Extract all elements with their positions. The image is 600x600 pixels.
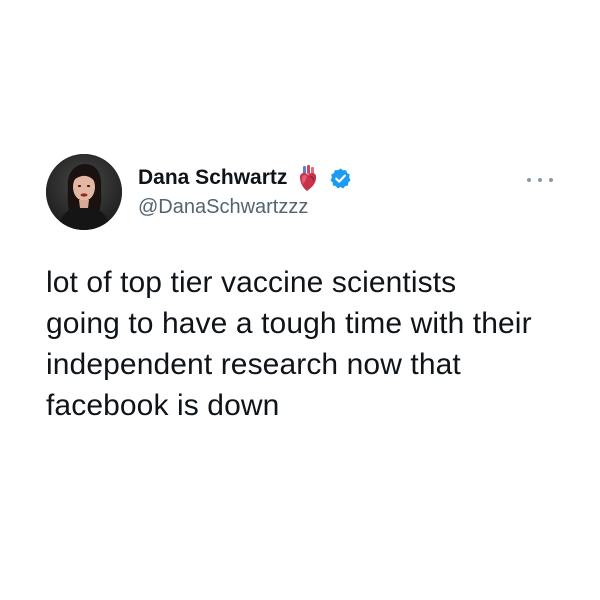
more-horizontal-icon-dot [527,178,531,182]
display-name-row: Dana Schwartz [138,164,352,192]
verified-icon [329,167,352,190]
avatar-image [46,154,122,230]
more-options-button[interactable] [527,174,553,186]
avatar[interactable] [46,154,122,230]
tweet-text: lot of top tier vaccine scientists going… [46,266,532,422]
more-horizontal-icon-dot [538,178,542,182]
display-name[interactable]: Dana Schwartz [138,166,287,190]
handle[interactable]: @DanaSchwartzzz [138,196,308,219]
more-horizontal-icon-dot [549,178,553,182]
tweet-card: Dana Schwartz @DanaSchwartzzz lot of top… [0,0,600,600]
anatomical-heart-icon [294,164,322,192]
